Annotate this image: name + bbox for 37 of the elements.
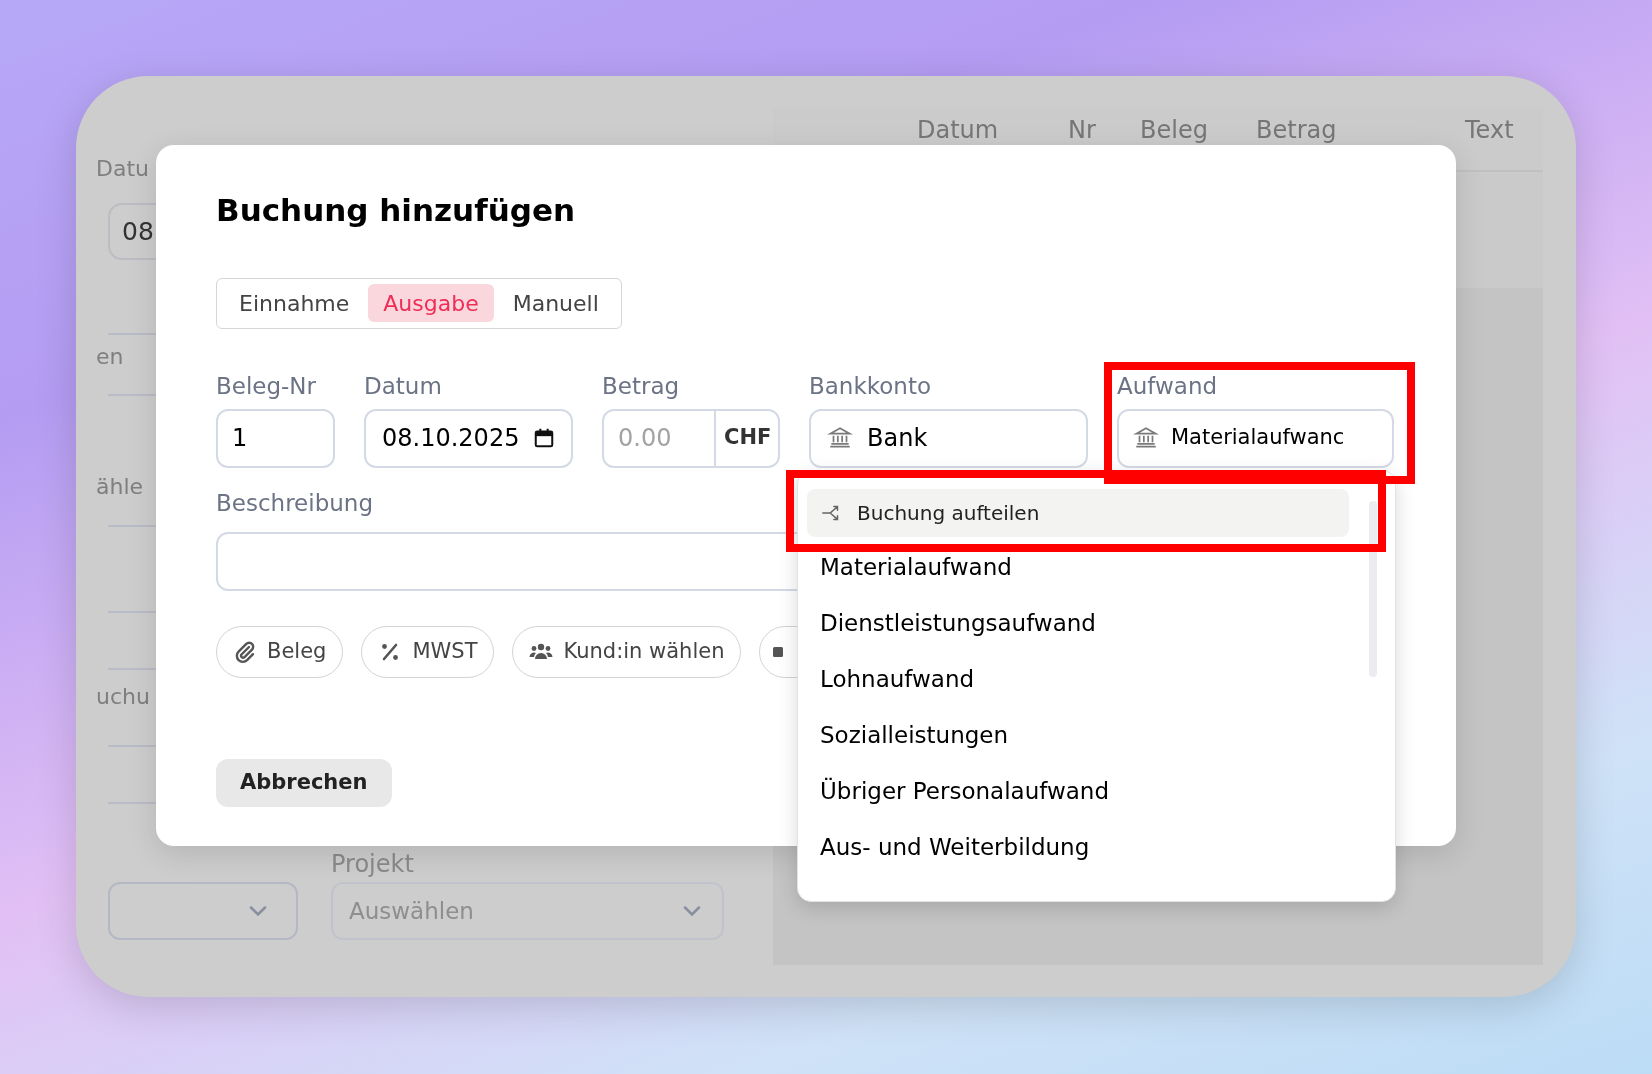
menu-item[interactable]: Aus- und Weiterbildung (820, 819, 1090, 875)
field-label: Betrag (602, 371, 681, 398)
select-field[interactable]: Materialaufwanc (1117, 408, 1394, 468)
date-field[interactable]: 08.10.2025 (364, 408, 573, 468)
input-field[interactable]: 1 (216, 408, 335, 468)
column-header: Text (1465, 115, 1514, 146)
select-placeholder: Auswählen (349, 896, 474, 926)
menu-item[interactable]: Lohnaufwand (820, 651, 975, 707)
amount-field[interactable]: 0.00 CHF (602, 408, 780, 468)
field-label: uchu (96, 683, 150, 711)
field-label: Aufwand (1117, 371, 1219, 398)
menu-item[interactable]: Sozialleistungen (820, 707, 1009, 763)
cancel-button[interactable]: Abbrechen (216, 759, 392, 807)
field-label: en (96, 343, 124, 371)
select-value: Materialaufwanc (1171, 424, 1345, 452)
amount-input[interactable]: 0.00 (604, 410, 714, 466)
column-header: Betrag (1256, 115, 1338, 146)
field-label: ähle (96, 473, 144, 501)
field-label: Datum (364, 371, 443, 398)
menu-item[interactable]: Buchung aufteilen (807, 489, 1349, 537)
select-value: Bank (867, 423, 928, 454)
field-label: Projekt (331, 849, 414, 880)
menu-item[interactable]: Übriger Personalaufwand (820, 763, 1110, 819)
tab[interactable]: Einnahme (224, 284, 365, 322)
column-header: Nr (1068, 115, 1097, 146)
dialog-title: Buchung hinzufügen (216, 191, 575, 230)
field-label: Beleg-Nr (216, 371, 318, 398)
currency-label: CHF (714, 410, 778, 466)
tab[interactable]: Manuell (497, 284, 614, 322)
menu-item[interactable]: Dienstleistungsaufwand (820, 595, 1096, 651)
column-header: Beleg (1140, 115, 1209, 146)
field-label: Beschreibung (216, 488, 373, 518)
field-label: Bankkonto (809, 371, 932, 398)
field-label: Datu (96, 155, 149, 183)
column-header: Datum (917, 115, 1000, 146)
date-value: 08.10.2025 (382, 423, 520, 454)
select-field[interactable]: Bank (809, 408, 1088, 468)
